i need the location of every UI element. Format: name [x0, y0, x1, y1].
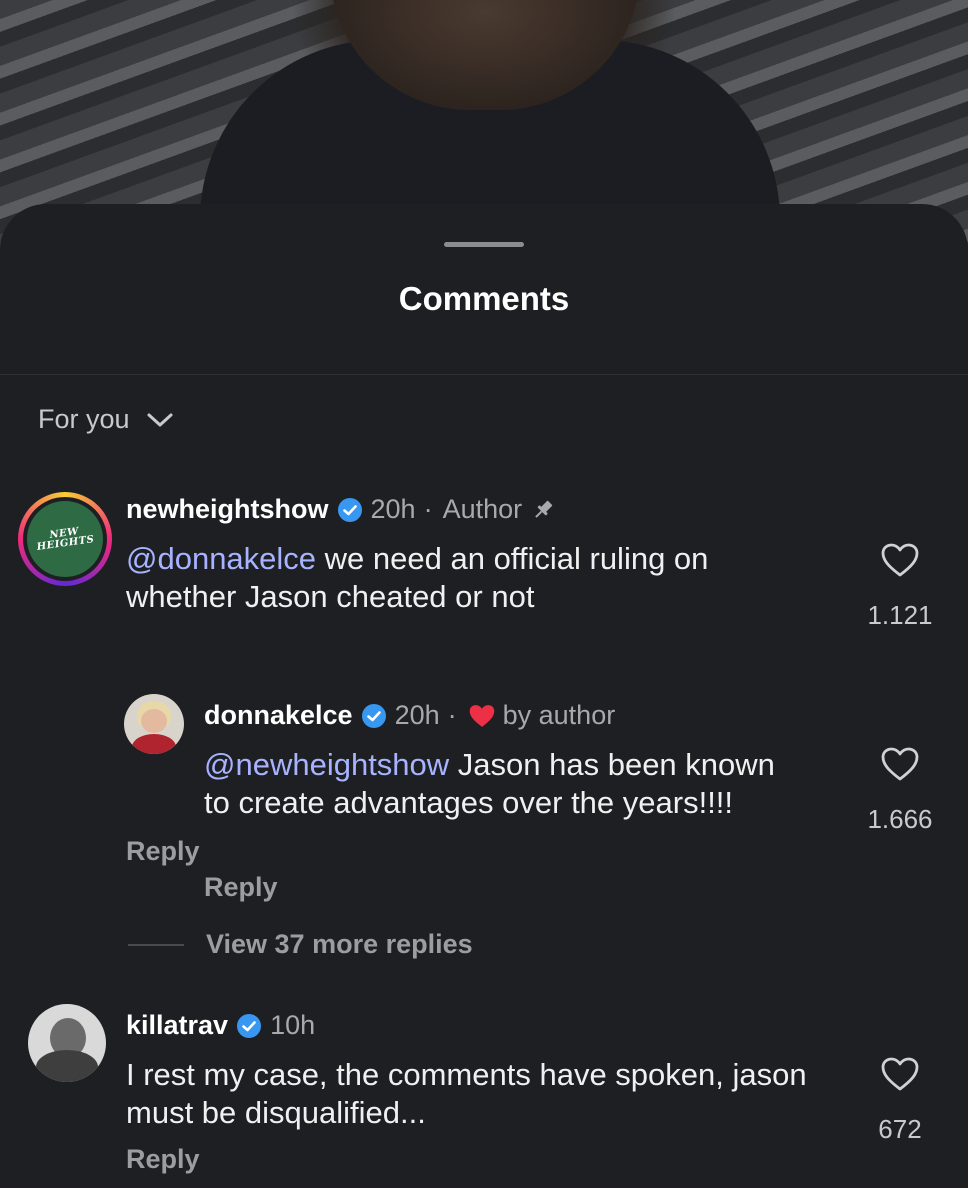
comment-meta: donnakelce 20h · by author	[204, 700, 615, 731]
verified-badge-icon	[337, 497, 363, 523]
comment-meta: newheightshow 20h · Author	[126, 494, 556, 525]
like-count: 1.121	[867, 600, 933, 630]
timestamp: 10h	[270, 1010, 316, 1040]
like-button[interactable]: 1.666	[860, 746, 940, 835]
view-more-replies-label: View 37 more replies	[206, 929, 473, 959]
author-tag: Author	[442, 494, 523, 524]
like-count: 1.666	[867, 804, 933, 834]
avatar-killatrav[interactable]	[28, 1004, 106, 1082]
like-count: 672	[878, 1114, 922, 1144]
separator-dot: ·	[423, 494, 433, 524]
separator-dot: ·	[447, 700, 457, 730]
username[interactable]: killatrav	[126, 1010, 228, 1041]
divider	[0, 374, 968, 375]
comment-killatrav: killatrav 10h I rest my case, the commen…	[0, 1000, 968, 1188]
like-button[interactable]: 672	[860, 1056, 940, 1145]
reply-button[interactable]: Reply	[126, 1144, 200, 1175]
verified-badge-icon	[236, 1013, 262, 1039]
sort-filter-dropdown[interactable]: For you	[38, 404, 174, 435]
heart-outline-icon	[881, 543, 919, 577]
verified-badge-icon	[361, 703, 387, 729]
thread-line	[128, 943, 184, 946]
heart-outline-icon	[881, 747, 919, 781]
pin-icon	[530, 497, 556, 523]
chevron-down-icon	[147, 413, 173, 426]
reply-button[interactable]: Reply	[204, 872, 278, 903]
like-button[interactable]: 1.121	[860, 542, 940, 631]
username[interactable]: donnakelce	[204, 700, 353, 731]
comment-text: @donnakelce we need an official ruling o…	[126, 540, 816, 616]
timestamp: 20h	[370, 494, 416, 524]
sheet-title: Comments	[398, 280, 570, 317]
comment-text: I rest my case, the comments have spoken…	[126, 1057, 807, 1130]
avatar-donnakelce[interactable]	[124, 694, 184, 754]
sort-filter-label: For you	[38, 404, 130, 434]
comments-sheet: Comments For you NEW HEIGHTS newheightsh…	[0, 204, 968, 1188]
comment-meta: killatrav 10h	[126, 1010, 323, 1041]
avatar-newheightshow[interactable]: NEW HEIGHTS	[18, 492, 112, 586]
liked-by-author-label: by author	[502, 700, 616, 730]
timestamp: 20h	[394, 700, 440, 730]
comment-text-block: @newheightshow Jason has been known to c…	[204, 746, 804, 822]
mention-link[interactable]: @newheightshow	[204, 747, 449, 782]
view-more-replies-button[interactable]: View 37 more replies	[128, 929, 473, 960]
comment-donnakelce: donnakelce 20h · by author @newheightsho…	[0, 690, 968, 910]
avatar-logo-text: NEW HEIGHTS	[36, 526, 96, 553]
sheet-grabber-handle[interactable]	[444, 242, 524, 247]
username[interactable]: newheightshow	[126, 494, 329, 525]
heart-outline-icon	[881, 1057, 919, 1091]
mention-link[interactable]: @donnakelce	[126, 541, 316, 576]
comment-newheightshow: NEW HEIGHTS newheightshow 20h · Author @…	[0, 484, 968, 866]
red-heart-icon	[467, 703, 497, 729]
